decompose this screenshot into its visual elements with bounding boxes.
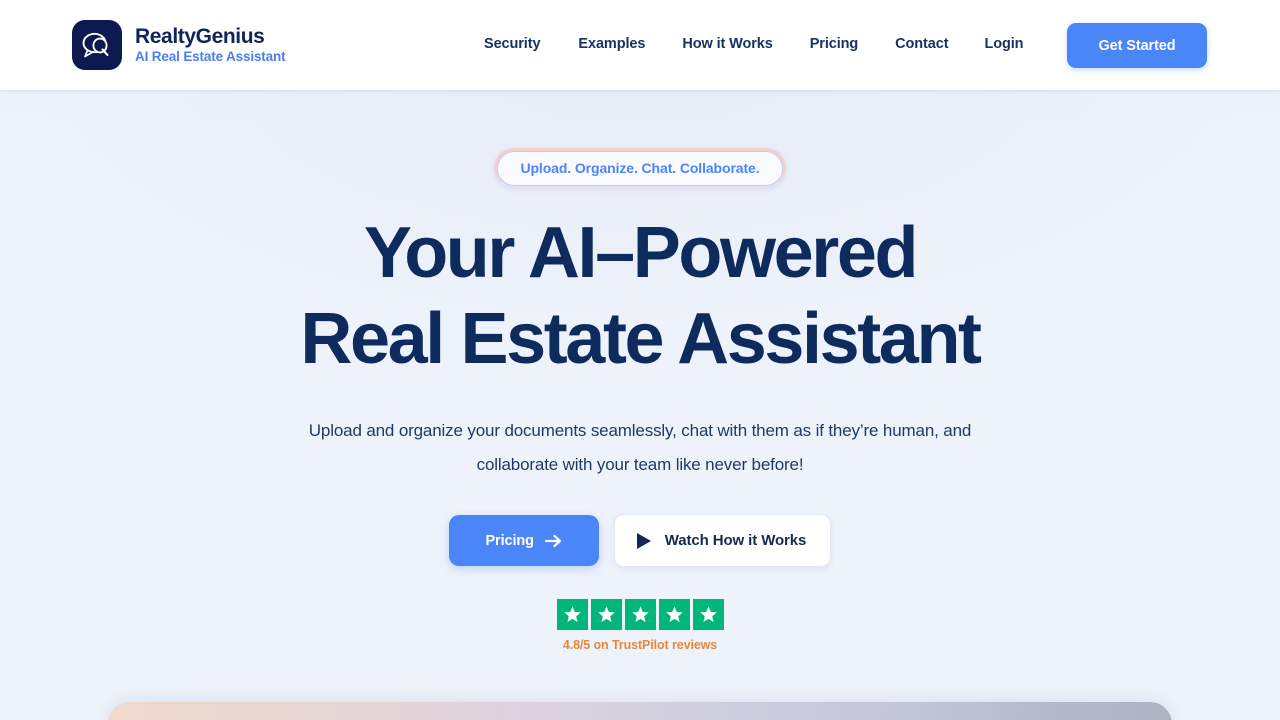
star-icon	[658, 599, 690, 631]
pricing-button-label: Pricing	[485, 532, 534, 549]
nav-item-pricing[interactable]: Pricing	[810, 36, 859, 52]
brand-text: RealtyGenius AI Real Estate Assistant	[135, 25, 286, 65]
site-header: RealtyGenius AI Real Estate Assistant Se…	[0, 0, 1280, 90]
logo-mark	[72, 20, 122, 70]
hero-badge: Upload. Organize. Chat. Collaborate.	[497, 151, 783, 186]
landing-page: RealtyGenius AI Real Estate Assistant Se…	[0, 0, 1280, 720]
trustpilot-rating-text: 4.8/5 on TrustPilot reviews	[562, 638, 718, 653]
subtitle-line-1: Upload and organize your documents seaml…	[308, 421, 879, 441]
brand-name: RealtyGenius	[135, 25, 265, 49]
nav-item-examples[interactable]: Examples	[578, 36, 645, 52]
watch-how-it-works-button[interactable]: Watch How it Works	[613, 514, 832, 568]
play-icon	[636, 532, 651, 549]
hero-subtitle: Upload and organize your documents seaml…	[290, 414, 990, 482]
page-title: Your AI–Powered Real Estate Assistant	[300, 211, 982, 382]
trustpilot-rating: 4.8/5 on TrustPilot reviews	[556, 599, 724, 653]
pricing-button[interactable]: Pricing	[448, 515, 599, 567]
headline-line-2: Real Estate Assistant	[300, 298, 982, 379]
speech-bubble-q-icon	[82, 32, 109, 58]
star-icon	[556, 599, 588, 631]
nav-item-contact[interactable]: Contact	[895, 36, 948, 52]
nav-item-login[interactable]: Login	[984, 36, 1023, 52]
star-icon	[590, 599, 622, 631]
star-rating	[556, 599, 724, 631]
nav-item-security[interactable]: Security	[484, 36, 541, 52]
hero-cta-row: Pricing Watch How it Works	[448, 514, 832, 568]
brand-tagline: AI Real Estate Assistant	[135, 49, 286, 65]
main-navigation: Security Examples How it Works Pricing C…	[484, 36, 1024, 52]
star-icon	[692, 599, 724, 631]
arrow-right-icon	[544, 534, 562, 547]
hero-badge-wrapper: Upload. Organize. Chat. Collaborate.	[494, 148, 786, 189]
nav-item-how-it-works[interactable]: How it Works	[682, 36, 772, 52]
brand-logo[interactable]: RealtyGenius AI Real Estate Assistant	[72, 20, 286, 70]
hero-section: Upload. Organize. Chat. Collaborate. You…	[0, 90, 1280, 720]
star-icon	[624, 599, 656, 631]
headline-line-1: Your AI–Powered	[363, 213, 919, 293]
watch-button-label: Watch How it Works	[664, 532, 807, 550]
get-started-button[interactable]: Get Started	[1067, 23, 1207, 68]
product-preview-card	[108, 702, 1172, 720]
